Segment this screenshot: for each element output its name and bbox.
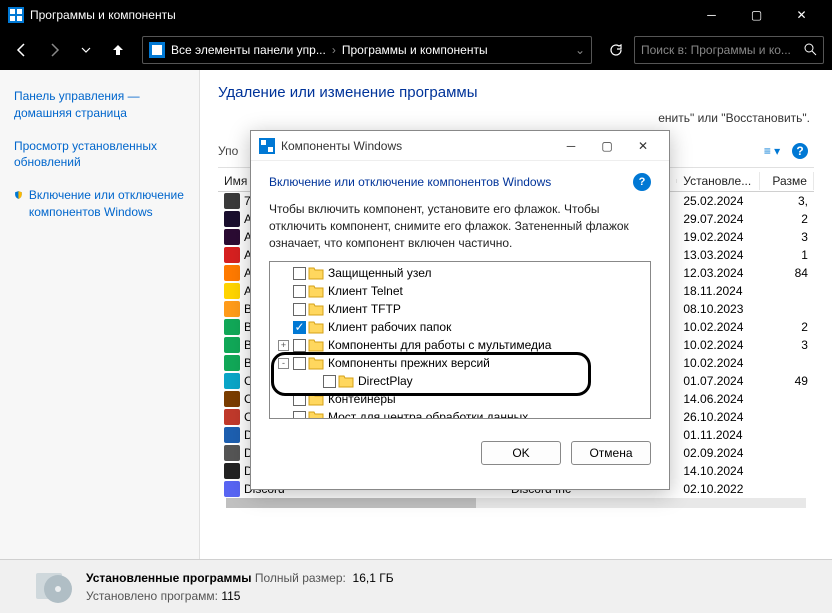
expander[interactable]: -	[278, 358, 289, 369]
tree-item[interactable]: -Компоненты прежних версий	[272, 354, 648, 372]
tree-item[interactable]: DirectPlay	[272, 372, 648, 390]
col-date[interactable]: Установле...	[677, 172, 760, 190]
maximize-button[interactable]: ▢	[734, 0, 779, 30]
window-title: Программы и компоненты	[30, 8, 689, 22]
titlebar: Программы и компоненты ─ ▢ ✕	[0, 0, 832, 30]
features-tree: Защищенный узелКлиент TelnetКлиент TFTP✓…	[269, 261, 651, 419]
checkbox[interactable]	[293, 339, 306, 352]
dialog-minimize[interactable]: ─	[553, 131, 589, 161]
search-input[interactable]: Поиск в: Программы и ко...	[634, 36, 824, 64]
dialog-desc: Чтобы включить компонент, установите его…	[269, 201, 651, 251]
cpl-icon	[149, 42, 165, 58]
nav-back[interactable]	[8, 36, 36, 64]
status-count-value: 115	[221, 589, 240, 603]
search-placeholder: Поиск в: Программы и ко...	[641, 43, 791, 57]
status-title: Установленные программы	[86, 571, 252, 585]
dialog-maximize[interactable]: ▢	[589, 131, 625, 161]
sidebar-link-updates[interactable]: Просмотр установленных обновлений	[14, 138, 185, 172]
search-icon[interactable]	[803, 42, 817, 59]
dialog-heading: Включение или отключение компонентов Win…	[269, 175, 551, 189]
address-bar[interactable]: Все элементы панели упр... › Программы и…	[142, 36, 592, 64]
tree-item[interactable]: Клиент TFTP	[272, 300, 648, 318]
features-icon	[259, 138, 275, 154]
checkbox[interactable]	[293, 285, 306, 298]
ok-button[interactable]: OK	[481, 441, 561, 465]
checkbox[interactable]	[293, 303, 306, 316]
view-button[interactable]: ≡ ▾	[758, 139, 786, 163]
checkbox[interactable]	[293, 357, 306, 370]
breadcrumb-1[interactable]: Все элементы панели упр...	[171, 43, 326, 57]
tree-item[interactable]: Контейнеры	[272, 390, 648, 408]
checkbox[interactable]: ✓	[293, 321, 306, 334]
checkbox[interactable]	[293, 411, 306, 420]
col-size[interactable]: Разме	[760, 172, 814, 190]
breadcrumb-2[interactable]: Программы и компоненты	[342, 43, 488, 57]
status-total-label: Полный размер:	[255, 571, 346, 585]
tree-item[interactable]: +Компоненты для работы с мультимедиа	[272, 336, 648, 354]
checkbox[interactable]	[293, 393, 306, 406]
refresh-button[interactable]	[602, 36, 630, 64]
dialog-close[interactable]: ✕	[625, 131, 661, 161]
features-dialog: Компоненты Windows ─ ▢ ✕ Включение или о…	[250, 130, 670, 490]
sidebar-link-features[interactable]: Включение или отключение компонентов Win…	[29, 187, 185, 221]
disc-icon	[34, 567, 74, 607]
page-title: Удаление или изменение программы	[218, 84, 814, 101]
organize-button[interactable]: Упо	[218, 144, 238, 158]
checkbox[interactable]	[323, 375, 336, 388]
nav-forward[interactable]	[40, 36, 68, 64]
cancel-button[interactable]: Отмена	[571, 441, 651, 465]
expander[interactable]: +	[278, 340, 289, 351]
sidebar-link-home[interactable]: Панель управления — домашняя страница	[14, 88, 185, 122]
sidebar: Панель управления — домашняя страница Пр…	[0, 70, 200, 559]
dialog-titlebar: Компоненты Windows ─ ▢ ✕	[251, 131, 669, 161]
tree-item[interactable]: ✓Клиент рабочих папок	[272, 318, 648, 336]
dialog-help-icon[interactable]: ?	[633, 173, 651, 191]
shield-icon	[14, 187, 23, 203]
close-button[interactable]: ✕	[779, 0, 824, 30]
chevron-right-icon: ›	[332, 43, 336, 57]
checkbox[interactable]	[293, 267, 306, 280]
tree-item[interactable]: Мост для центра обработки данных	[272, 408, 648, 419]
status-total-value: 16,1 ГБ	[353, 571, 394, 585]
chevron-down-icon[interactable]: ⌄	[575, 43, 585, 57]
tree-item[interactable]: Защищенный узел	[272, 264, 648, 282]
statusbar: Установленные программы Полный размер: 1…	[0, 559, 832, 613]
status-count-label: Установлено программ:	[86, 589, 218, 603]
tree-item[interactable]: Клиент Telnet	[272, 282, 648, 300]
navbar: Все элементы панели упр... › Программы и…	[0, 30, 832, 70]
h-scrollbar[interactable]	[218, 498, 814, 508]
nav-recent[interactable]	[72, 36, 100, 64]
minimize-button[interactable]: ─	[689, 0, 734, 30]
page-hint: енить" или "Восстановить".	[218, 111, 814, 125]
nav-up[interactable]	[104, 36, 132, 64]
app-icon	[8, 7, 24, 23]
dialog-title: Компоненты Windows	[275, 139, 553, 153]
help-button[interactable]: ?	[786, 139, 814, 163]
